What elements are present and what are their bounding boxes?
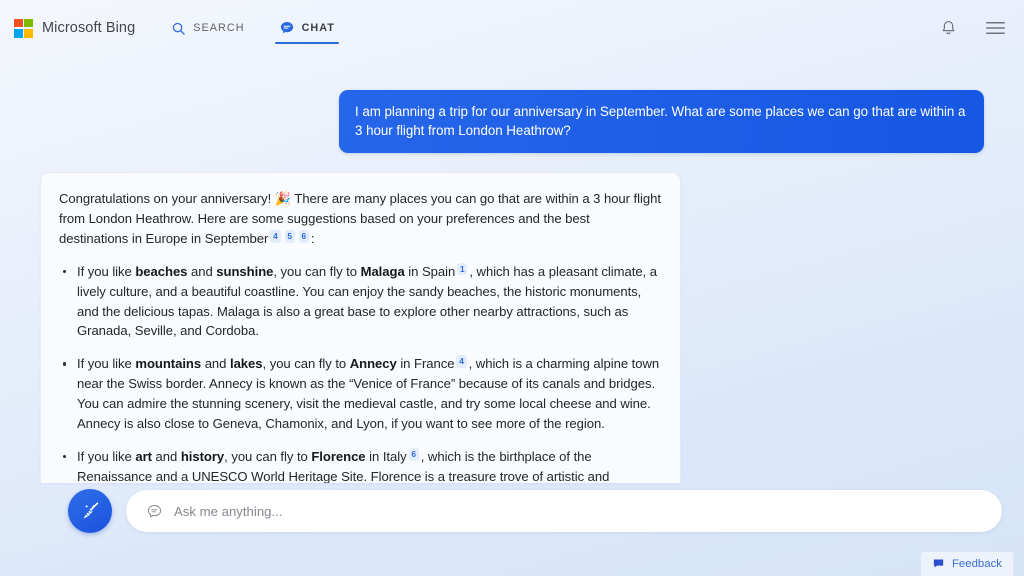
assistant-response-card: Congratulations on your anniversary! 🎉 T…: [40, 172, 681, 484]
feedback-bubble-icon: [933, 559, 944, 568]
item-mid: and: [201, 356, 230, 372]
feedback-label: Feedback: [951, 557, 1002, 570]
citation-badge[interactable]: 6: [408, 447, 419, 461]
citation-badge[interactable]: 1: [457, 262, 468, 276]
item-mid: and: [187, 263, 217, 279]
microsoft-logo-icon: [14, 18, 33, 38]
header-tabs: SEARCH CHAT: [169, 0, 339, 56]
list-item: If you like beaches and sunshine, you ca…: [59, 262, 661, 342]
hamburger-menu-icon[interactable]: [985, 20, 1006, 36]
new-topic-sweep-button[interactable]: [68, 489, 112, 533]
user-message-row: I am planning a trip for our anniversary…: [40, 90, 984, 154]
item-lead: If you like: [77, 448, 136, 464]
feedback-button[interactable]: Feedback: [919, 551, 1014, 576]
tab-search-label: SEARCH: [193, 22, 245, 34]
chat-bubble-icon: [147, 504, 162, 518]
item-keyword: lakes: [229, 356, 263, 372]
item-country: in Italy: [365, 448, 407, 464]
tab-search[interactable]: SEARCH: [169, 0, 246, 56]
notification-bell-icon[interactable]: [939, 19, 958, 38]
top-header: Microsoft Bing SEARCH CHAT: [0, 0, 1024, 56]
item-place: Malaga: [360, 263, 405, 279]
search-icon: [173, 22, 186, 35]
assistant-intro-paragraph: Congratulations on your anniversary! 🎉 T…: [59, 189, 661, 249]
active-tab-indicator: [274, 41, 339, 44]
item-lead: If you like: [77, 356, 136, 372]
item-country: in France: [396, 356, 455, 372]
item-mid: , you can fly to: [224, 448, 312, 464]
suggestion-list: If you like beaches and sunshine, you ca…: [59, 262, 661, 483]
item-mid: , you can fly to: [262, 356, 350, 372]
header-right-icons: [939, 19, 1006, 38]
list-item: If you like mountains and lakes, you can…: [59, 354, 661, 434]
chat-input-container[interactable]: [126, 490, 1002, 532]
item-keyword: art: [135, 448, 152, 464]
citation-badge[interactable]: 5: [284, 229, 295, 243]
broom-sweep-icon: [83, 502, 99, 519]
item-place: Annecy: [349, 356, 397, 372]
chat-bubble-icon: [280, 22, 293, 34]
item-mid: , you can fly to: [273, 263, 361, 279]
citation-badge[interactable]: 4: [456, 355, 467, 368]
citation-badge[interactable]: 4: [270, 229, 281, 243]
item-lead: If you like: [77, 263, 136, 279]
composer-bar: [68, 489, 1002, 533]
item-keyword: history: [180, 448, 225, 464]
brand-name: Microsoft Bing: [42, 20, 136, 36]
tab-chat[interactable]: CHAT: [274, 0, 339, 56]
item-country: in Spain: [404, 263, 456, 279]
item-keyword: mountains: [135, 356, 202, 372]
item-mid: and: [151, 448, 181, 464]
assistant-intro-text: Congratulations on your anniversary! 🎉 T…: [59, 191, 661, 246]
assistant-intro-colon: :: [310, 230, 315, 246]
brand-logo-group[interactable]: Microsoft Bing: [14, 18, 136, 38]
citation-badge[interactable]: 6: [298, 229, 309, 243]
tab-chat-label: CHAT: [301, 22, 335, 34]
item-place: Florence: [311, 448, 366, 464]
list-item: If you like art and history, you can fly…: [59, 447, 661, 483]
item-keyword: beaches: [135, 263, 188, 279]
search-input[interactable]: [174, 503, 982, 519]
item-keyword: sunshine: [216, 263, 274, 279]
user-message-bubble: I am planning a trip for our anniversary…: [339, 90, 984, 154]
